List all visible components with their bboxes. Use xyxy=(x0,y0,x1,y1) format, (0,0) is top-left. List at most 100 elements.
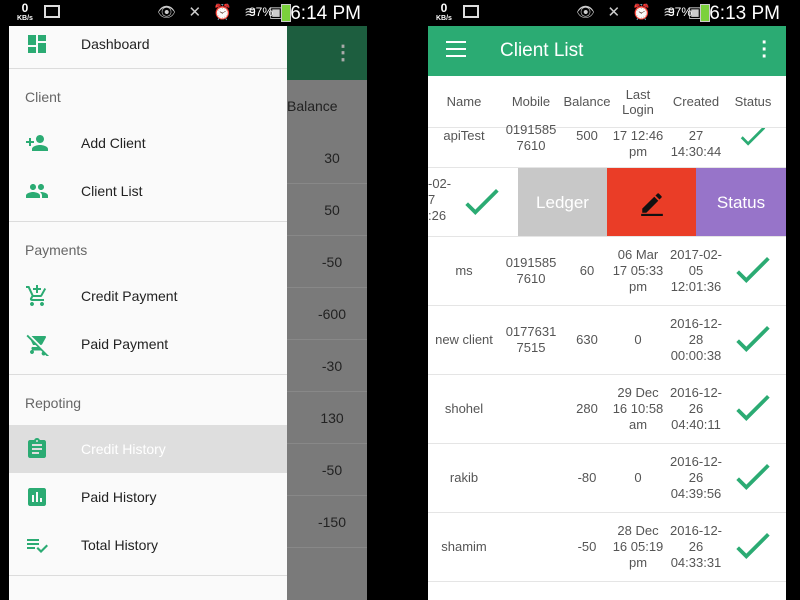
clock: 6:14 PM xyxy=(290,3,361,24)
cell-created: 2017-02-05 12:01:36 xyxy=(669,247,723,294)
table-row[interactable]: apiTest 0191585 7610 500 17 12:46 pm 27 … xyxy=(428,122,786,168)
cell-name: ms xyxy=(455,263,473,278)
cell-name: shamim xyxy=(441,539,487,554)
network-speed: 0 KB/s xyxy=(436,1,452,22)
drawer-item-label: Credit Payment xyxy=(81,288,178,304)
person-add-icon xyxy=(26,135,48,151)
dashboard-icon xyxy=(28,35,46,53)
divider xyxy=(9,575,287,576)
section-header-payments: Payments xyxy=(25,242,88,258)
table-row[interactable]: ms 0191585 7610 60 06 Mar 17 05:33 pm 20… xyxy=(428,237,786,306)
swiped-table-row[interactable]: -02- 7 :26 Ledger Status xyxy=(428,168,786,237)
bar-chart-icon xyxy=(28,488,46,506)
cell-balance: 280 xyxy=(576,401,598,416)
add-cart-icon xyxy=(26,285,47,306)
drawer-item-label: Paid History xyxy=(81,489,157,505)
image-notification-icon xyxy=(463,5,479,18)
section-header-client: Client xyxy=(25,89,61,105)
status-check-icon xyxy=(728,459,778,497)
drawer-item-label: Dashboard xyxy=(81,36,150,52)
status-button[interactable]: Status xyxy=(696,168,786,236)
cell-created: 2016-12-26 04:40:11 xyxy=(669,385,723,432)
balance-cell: -50 xyxy=(287,444,367,496)
image-notification-icon xyxy=(44,5,60,18)
column-header-last-login[interactable]: Last Login xyxy=(612,87,664,117)
cell-last-login: 0 xyxy=(634,332,642,347)
balance-cell: -150 xyxy=(287,496,367,548)
overflow-menu-icon[interactable]: · · · xyxy=(761,33,768,67)
table-header: Name Mobile Balance Last Login Created S… xyxy=(428,76,786,128)
ledger-button[interactable]: Ledger xyxy=(518,168,607,236)
navigation-drawer: Dashboard Client Add Client Client List … xyxy=(9,26,287,600)
balance-cell: 30 xyxy=(287,132,367,184)
cell-balance: -80 xyxy=(577,470,597,485)
drawer-item-paid-history[interactable]: Paid History xyxy=(9,473,287,521)
status-check-icon xyxy=(728,126,778,154)
column-header-status[interactable]: Status xyxy=(728,94,778,109)
column-header-name[interactable]: Name xyxy=(428,94,500,109)
cell-balance: 500 xyxy=(576,128,598,143)
cell-created: 2016-12-28 00:00:38 xyxy=(669,316,723,363)
status-bar: 0 KB/s 👁 ✕ ⏰ ≋ ▣ 97% 6:13 PM xyxy=(428,0,786,26)
table-row[interactable]: shamim -50 28 Dec 16 05:19 pm 2016-12-26… xyxy=(428,513,786,582)
cell-name: shohel xyxy=(444,401,484,416)
cell-last-login: 28 Dec 16 05:19 pm xyxy=(612,523,664,570)
drawer-item-client-list[interactable]: Client List xyxy=(9,167,287,215)
drawer-item-credit-history[interactable]: Credit History xyxy=(9,425,287,473)
drawer-item-label: Add Client xyxy=(81,135,146,151)
client-table: Name Mobile Balance Last Login Created S… xyxy=(428,76,786,582)
cell-balance: 60 xyxy=(579,263,595,278)
status-check-icon xyxy=(728,390,778,428)
balance-cell: -50 xyxy=(287,236,367,288)
status-check-icon xyxy=(728,528,778,566)
table-row[interactable]: shohel 280 29 Dec 16 10:58 am 2016-12-26… xyxy=(428,375,786,444)
clock: 6:13 PM xyxy=(709,3,780,24)
overflow-menu-icon: ⋮ xyxy=(333,42,353,64)
column-header-balance[interactable]: Balance xyxy=(562,94,612,109)
cell-balance: -50 xyxy=(577,539,597,554)
cell-created: 2016-12-26 04:39:56 xyxy=(669,454,723,501)
drawer-item-label: Paid Payment xyxy=(81,336,169,352)
status-check-icon xyxy=(465,189,499,215)
drawer-item-add-client[interactable]: Add Client xyxy=(9,119,287,167)
drawer-item-label: Credit History xyxy=(81,441,166,457)
battery-percent: 97% xyxy=(667,5,692,19)
table-row[interactable]: new client 0177631 7515 630 0 2016-12-28… xyxy=(428,306,786,375)
hamburger-menu-icon[interactable] xyxy=(446,41,466,59)
edit-button[interactable] xyxy=(607,168,696,236)
cell-mobile: 0191585 7610 xyxy=(505,122,557,153)
cell-name: new client xyxy=(435,332,493,347)
balance-cell: -600 xyxy=(287,288,367,340)
playlist-check-icon xyxy=(27,539,48,553)
drawer-item-paid-payment[interactable]: Paid Payment xyxy=(9,320,287,368)
status-check-icon xyxy=(728,252,778,290)
column-header-created[interactable]: Created xyxy=(664,94,728,109)
divider xyxy=(9,221,287,222)
clipboard-icon xyxy=(28,438,46,458)
cell-created-fragment: -02- 7 :26 xyxy=(428,176,452,223)
balance-cell: 50 xyxy=(287,184,367,236)
cell-balance: 630 xyxy=(576,332,598,347)
drawer-item-total-history[interactable]: Total History xyxy=(9,521,287,569)
cell-created: 27 14:30:44 xyxy=(670,128,722,159)
drawer-item-label: Client List xyxy=(81,183,143,199)
balance-header: Balance xyxy=(287,98,338,114)
drawer-item-dashboard[interactable]: Dashboard xyxy=(9,26,287,62)
cell-name: rakib xyxy=(449,470,479,485)
cell-last-login: 29 Dec 16 10:58 am xyxy=(612,385,664,432)
drawer-item-credit-payment[interactable]: Credit Payment xyxy=(9,272,287,320)
right-phone-screen: 0 KB/s 👁 ✕ ⏰ ≋ ▣ 97% 6:13 PM Client List … xyxy=(428,0,786,600)
background-app-bar: ⋮ xyxy=(287,26,367,80)
section-header-reporting: Repoting xyxy=(25,395,82,411)
cell-name: apiTest xyxy=(443,128,485,143)
status-bar: 0 KB/s 👁 ✕ ⏰ ≋ ▣ 97% 6:14 PM xyxy=(9,0,367,26)
table-row[interactable]: rakib -80 0 2016-12-26 04:39:56 xyxy=(428,444,786,513)
balance-cell: -30 xyxy=(287,340,367,392)
cell-created: 2016-12-26 04:33:31 xyxy=(669,523,723,570)
drawer-item-label: Total History xyxy=(81,537,159,553)
column-header-mobile[interactable]: Mobile xyxy=(500,94,562,109)
divider xyxy=(9,374,287,375)
balance-cell: 130 xyxy=(287,392,367,444)
edit-pencil-icon xyxy=(640,192,663,216)
row-fragment: -02- 7 :26 xyxy=(428,168,518,236)
